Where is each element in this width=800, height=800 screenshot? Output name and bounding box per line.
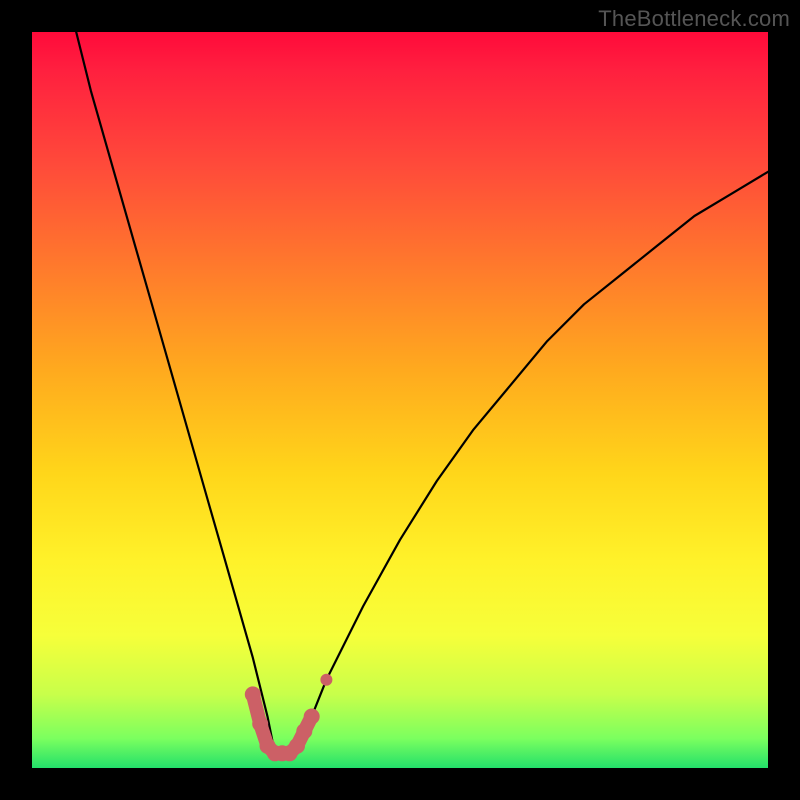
chart-frame: TheBottleneck.com <box>0 0 800 800</box>
optimal-region-dots <box>245 674 333 762</box>
curve-layer <box>32 32 768 768</box>
plot-area <box>32 32 768 768</box>
bottleneck-curve <box>76 32 768 753</box>
attribution-text: TheBottleneck.com <box>598 6 790 32</box>
